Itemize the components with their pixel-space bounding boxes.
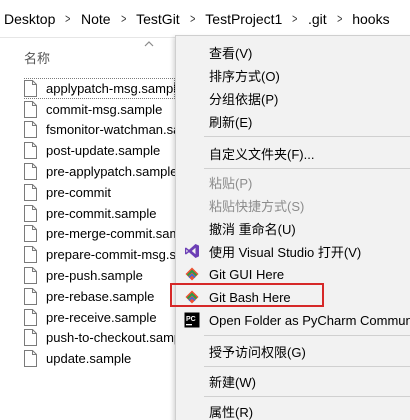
- file-row[interactable]: prepare-commit-msg.sample: [24, 244, 175, 265]
- file-icon: [24, 79, 37, 97]
- file-icon: [24, 329, 37, 347]
- file-icon: [24, 183, 37, 201]
- file-row[interactable]: pre-receive.sample: [24, 307, 175, 328]
- menu-item-label: 分组依据(P): [209, 91, 279, 107]
- file-icon: [24, 267, 37, 285]
- visual-studio-icon: [184, 243, 200, 259]
- menu-item-label: 新建(W): [209, 374, 256, 390]
- menu-item-paste[interactable]: 粘贴(P): [176, 171, 410, 193]
- menu-item-label: Git GUI Here: [209, 266, 285, 282]
- file-icon: [24, 225, 37, 243]
- chevron-right-icon[interactable]: >: [289, 11, 301, 26]
- menu-separator: [204, 366, 410, 367]
- file-list: applypatch-msg.sample commit-msg.sample fs…: [24, 78, 175, 369]
- file-name: pre-merge-commit.sample: [46, 226, 175, 242]
- menu-item-label: 查看(V): [209, 45, 253, 61]
- breadcrumb-git[interactable]: .git: [304, 11, 331, 27]
- breadcrumb-note[interactable]: Note: [77, 11, 115, 27]
- breadcrumb-desktop[interactable]: Desktop: [0, 11, 59, 27]
- menu-item-properties[interactable]: 属性(R): [176, 400, 410, 420]
- file-row[interactable]: commit-msg.sample: [24, 99, 175, 120]
- menu-item-label: 刷新(E): [209, 114, 253, 130]
- file-row[interactable]: pre-commit: [24, 182, 175, 203]
- file-name: pre-push.sample: [46, 268, 143, 284]
- menu-item-customize-folder[interactable]: 自定义文件夹(F)...: [176, 142, 410, 164]
- chevron-right-icon[interactable]: >: [117, 11, 129, 26]
- menu-item-undo-rename[interactable]: 撤消 重命名(U): [176, 217, 410, 239]
- annotation-highlight-box: [170, 283, 324, 307]
- file-icon: [24, 308, 37, 326]
- file-icon: [24, 163, 37, 181]
- sort-ascending-icon[interactable]: [144, 40, 154, 48]
- file-name: prepare-commit-msg.sample: [46, 247, 175, 263]
- file-row[interactable]: push-to-checkout.sample: [24, 328, 175, 349]
- file-name: applypatch-msg.sample: [46, 80, 175, 96]
- file-row[interactable]: pre-applypatch.sample: [24, 161, 175, 182]
- file-list-pane: 名称 applypatch-msg.sample commit-msg.sampl…: [0, 38, 175, 420]
- menu-separator: [204, 335, 410, 336]
- menu-item-grant-access[interactable]: 授予访问权限(G): [176, 340, 410, 362]
- file-icon: [24, 142, 37, 160]
- menu-separator: [204, 168, 410, 169]
- menu-item-git-gui[interactable]: Git GUI Here: [176, 263, 410, 285]
- menu-item-label: Open Folder as PyCharm Community: [209, 312, 410, 328]
- file-icon: [24, 350, 37, 368]
- menu-item-label: 使用 Visual Studio 打开(V): [209, 244, 362, 260]
- menu-item-label: 授予访问权限(G): [209, 344, 306, 360]
- menu-item-view[interactable]: 查看(V): [176, 41, 410, 63]
- menu-item-open-pycharm[interactable]: PC Open Folder as PyCharm Community: [176, 309, 410, 331]
- menu-item-label: 自定义文件夹(F)...: [209, 146, 315, 162]
- pycharm-icon: PC: [184, 312, 200, 328]
- breadcrumb-testproject1[interactable]: TestProject1: [201, 11, 286, 27]
- file-row[interactable]: pre-commit.sample: [24, 203, 175, 224]
- file-name: fsmonitor-watchman.sample: [46, 122, 175, 138]
- file-name: push-to-checkout.sample: [46, 330, 175, 346]
- menu-item-label: 撤消 重命名(U): [209, 221, 296, 237]
- chevron-right-icon[interactable]: >: [186, 11, 198, 26]
- file-name: post-update.sample: [46, 143, 161, 159]
- chevron-right-icon[interactable]: >: [62, 11, 74, 26]
- file-icon: [24, 100, 37, 118]
- file-name: pre-commit.sample: [46, 205, 157, 221]
- menu-item-refresh[interactable]: 刷新(E): [176, 110, 410, 132]
- file-row[interactable]: post-update.sample: [24, 140, 175, 161]
- file-row[interactable]: update.sample: [24, 348, 175, 369]
- file-name: commit-msg.sample: [46, 101, 163, 117]
- menu-item-sort[interactable]: 排序方式(O): [176, 64, 410, 86]
- menu-separator: [204, 136, 410, 137]
- file-row[interactable]: pre-push.sample: [24, 265, 175, 286]
- breadcrumb-testgit[interactable]: TestGit: [132, 11, 184, 27]
- svg-text:PC: PC: [186, 316, 196, 323]
- menu-item-label: 属性(R): [209, 404, 254, 420]
- chevron-right-icon[interactable]: >: [333, 11, 345, 26]
- menu-item-label: 粘贴快捷方式(S): [209, 198, 305, 214]
- menu-item-open-visual-studio[interactable]: 使用 Visual Studio 打开(V): [176, 240, 410, 262]
- breadcrumb-hooks[interactable]: hooks: [348, 11, 393, 27]
- menu-item-paste-shortcut[interactable]: 粘贴快捷方式(S): [176, 194, 410, 216]
- file-icon: [24, 246, 37, 264]
- menu-item-new[interactable]: 新建(W): [176, 370, 410, 392]
- file-icon: [24, 287, 37, 305]
- file-row[interactable]: pre-rebase.sample: [24, 286, 175, 307]
- file-name: pre-receive.sample: [46, 309, 157, 325]
- breadcrumb: Desktop > Note > TestGit > TestProject1 …: [0, 0, 410, 38]
- file-name: pre-applypatch.sample: [46, 164, 175, 180]
- file-name: pre-commit: [46, 184, 112, 200]
- file-name: update.sample: [46, 351, 132, 367]
- menu-item-label: 粘贴(P): [209, 175, 253, 191]
- file-icon: [24, 204, 37, 222]
- file-row[interactable]: pre-merge-commit.sample: [24, 224, 175, 245]
- column-header-name[interactable]: 名称: [24, 48, 50, 67]
- menu-item-group[interactable]: 分组依据(P): [176, 87, 410, 109]
- menu-separator: [204, 396, 410, 397]
- file-row[interactable]: applypatch-msg.sample: [24, 78, 175, 99]
- file-name: pre-rebase.sample: [46, 288, 155, 304]
- git-gui-icon: [184, 266, 200, 282]
- context-menu: 查看(V) 排序方式(O) 分组依据(P) 刷新(E) 自定义文件夹(F)...…: [175, 35, 410, 420]
- file-icon: [24, 121, 37, 139]
- menu-item-label: 排序方式(O): [209, 68, 280, 84]
- file-row[interactable]: fsmonitor-watchman.sample: [24, 120, 175, 141]
